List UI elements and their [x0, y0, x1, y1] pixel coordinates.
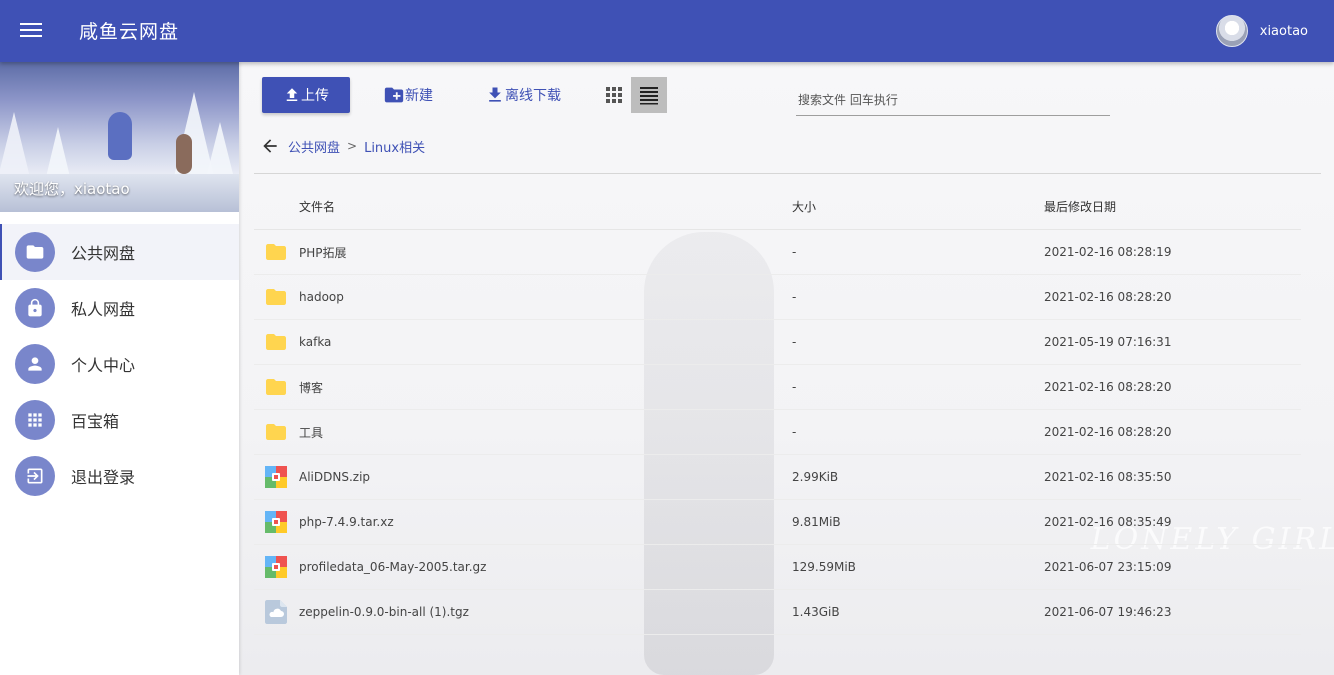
new-folder-button[interactable]: 新建 [383, 77, 433, 113]
top-app-bar: 咸鱼云网盘 xiaotao [0, 0, 1334, 62]
file-size: 129.59MiB [792, 560, 856, 574]
upload-icon [286, 88, 298, 101]
breadcrumb-root[interactable]: 公共网盘 [288, 137, 340, 156]
table-row[interactable]: profiledata_06-May-2005.tar.gz 129.59MiB… [254, 545, 1301, 590]
file-date: 2021-02-16 08:28:20 [1044, 290, 1172, 304]
user-menu[interactable]: xiaotao [1215, 15, 1308, 47]
file-date: 2021-05-19 07:16:31 [1044, 335, 1172, 349]
sidebar-item-label: 百宝箱 [71, 412, 120, 431]
file-name: hadoop [299, 290, 344, 304]
main-content: LONELY GIRL 上传 新建 离线下载 公共网盘 [239, 62, 1334, 675]
create-folder-icon [384, 87, 404, 103]
grid-view-toggle[interactable] [597, 77, 631, 113]
file-name: 博客 [299, 380, 324, 395]
table-row[interactable]: hadoop - 2021-02-16 08:28:20 [254, 275, 1301, 320]
sidebar-item-label: 私人网盘 [71, 300, 136, 319]
app-title: 咸鱼云网盘 [79, 21, 180, 43]
file-size: - [792, 380, 797, 394]
file-date: 2021-02-16 08:28:19 [1044, 245, 1172, 259]
upload-button[interactable]: 上传 [262, 77, 350, 113]
username: xiaotao [1259, 23, 1308, 39]
offline-download-button[interactable]: 离线下载 [485, 77, 561, 113]
archive-icon [264, 555, 288, 579]
folder-icon [15, 232, 55, 272]
back-arrow-icon[interactable] [260, 136, 280, 156]
table-row[interactable]: kafka - 2021-05-19 07:16:31 [254, 320, 1301, 365]
file-size: - [792, 335, 797, 349]
file-size: - [792, 245, 797, 259]
file-size: - [792, 425, 797, 439]
cloud-file-icon [264, 600, 288, 624]
file-date: 2021-06-07 23:15:09 [1044, 560, 1172, 574]
sidebar-item-label: 退出登录 [71, 468, 136, 487]
sidebar-item-private-drive[interactable]: 私人网盘 [0, 280, 239, 336]
folder-icon [264, 285, 288, 309]
sidebar-banner-image: 欢迎您，xiaotao [0, 62, 239, 212]
file-size: - [792, 290, 797, 304]
table-header: 文件名 大小 最后修改日期 [254, 184, 1301, 230]
column-header-name[interactable]: 文件名 [254, 198, 792, 215]
offline-download-label: 离线下载 [505, 88, 561, 104]
file-name: kafka [299, 335, 332, 349]
file-name: profiledata_06-May-2005.tar.gz [299, 560, 487, 574]
sidebar-item-public-drive[interactable]: 公共网盘 [0, 224, 239, 280]
file-date: 2021-02-16 08:28:20 [1044, 380, 1172, 394]
logout-icon [15, 456, 55, 496]
table-row[interactable]: AliDDNS.zip 2.99KiB 2021-02-16 08:35:50 [254, 455, 1301, 500]
sidebar-item-profile[interactable]: 个人中心 [0, 336, 239, 392]
list-view-toggle[interactable] [631, 77, 667, 113]
list-view-icon [640, 87, 658, 105]
search-input[interactable] [796, 84, 1110, 116]
archive-icon [264, 510, 288, 534]
sidebar-item-label: 公共网盘 [71, 244, 136, 263]
file-name: zeppelin-0.9.0-bin-all (1).tgz [299, 605, 469, 619]
new-folder-label: 新建 [405, 88, 433, 104]
download-icon [489, 87, 501, 102]
sidebar-item-label: 个人中心 [71, 356, 136, 375]
file-date: 2021-02-16 08:28:20 [1044, 425, 1172, 439]
apps-grid-icon [15, 400, 55, 440]
table-row[interactable]: 工具 - 2021-02-16 08:28:20 [254, 410, 1301, 455]
sidebar-item-toolbox[interactable]: 百宝箱 [0, 392, 239, 448]
archive-icon [264, 465, 288, 489]
sidebar-item-logout[interactable]: 退出登录 [0, 448, 239, 504]
folder-icon [264, 375, 288, 399]
file-table: 文件名 大小 最后修改日期 PHP拓展 - 2021-02-16 08:28:1… [254, 184, 1301, 635]
table-row[interactable]: 博客 - 2021-02-16 08:28:20 [254, 365, 1301, 410]
breadcrumb-separator: > [347, 139, 358, 153]
sidebar: 欢迎您，xiaotao 公共网盘 私人网盘 个人中心 百宝箱 退出登录 [0, 62, 239, 675]
file-date: 2021-02-16 08:35:50 [1044, 470, 1172, 484]
divider [254, 173, 1321, 174]
folder-icon [264, 330, 288, 354]
file-size: 9.81MiB [792, 515, 841, 529]
table-row[interactable]: php-7.4.9.tar.xz 9.81MiB 2021-02-16 08:3… [254, 500, 1301, 545]
breadcrumb: 公共网盘 > Linux相关 [260, 136, 425, 156]
sidebar-nav: 公共网盘 私人网盘 个人中心 百宝箱 退出登录 [0, 224, 239, 504]
column-header-size[interactable]: 大小 [792, 198, 1044, 215]
person-icon [15, 344, 55, 384]
breadcrumb-current[interactable]: Linux相关 [364, 137, 425, 156]
file-name: php-7.4.9.tar.xz [299, 515, 394, 529]
file-name: PHP拓展 [299, 245, 347, 260]
file-name: 工具 [299, 425, 324, 440]
column-header-date[interactable]: 最后修改日期 [1044, 198, 1301, 215]
menu-icon[interactable] [20, 20, 42, 42]
file-size: 1.43GiB [792, 605, 840, 619]
lock-icon [15, 288, 55, 328]
file-date: 2021-06-07 19:46:23 [1044, 605, 1172, 619]
table-row[interactable]: zeppelin-0.9.0-bin-all (1).tgz 1.43GiB 2… [254, 590, 1301, 635]
folder-icon [264, 240, 288, 264]
file-size: 2.99KiB [792, 470, 839, 484]
folder-icon [264, 420, 288, 444]
table-row[interactable]: PHP拓展 - 2021-02-16 08:28:19 [254, 230, 1301, 275]
upload-label: 上传 [301, 88, 329, 104]
grid-view-icon [606, 87, 622, 103]
welcome-text: 欢迎您，xiaotao [14, 180, 130, 198]
file-date: 2021-02-16 08:35:49 [1044, 515, 1172, 529]
file-name: AliDDNS.zip [299, 470, 371, 484]
avatar [1215, 15, 1248, 47]
